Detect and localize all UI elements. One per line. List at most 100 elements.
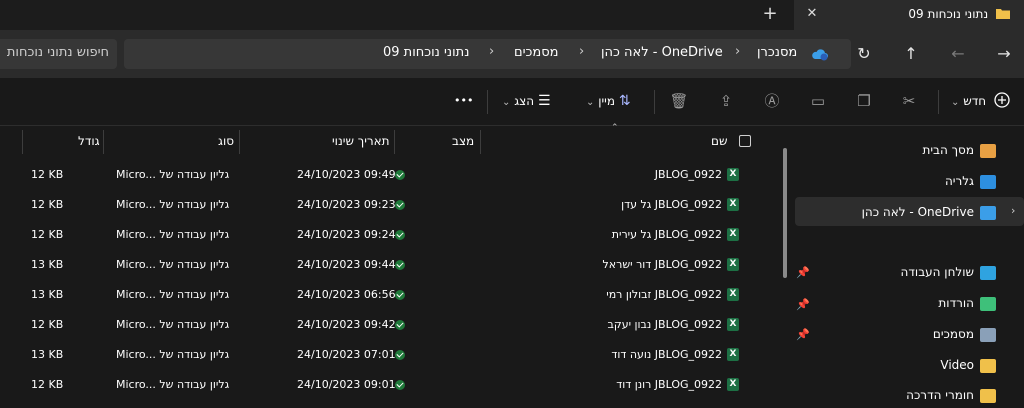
- divider: [654, 90, 655, 114]
- file-name: JBLOG_0922 נועה דוד: [611, 348, 722, 361]
- new-tab-button[interactable]: +: [760, 4, 780, 24]
- view-label: הצג: [514, 94, 535, 108]
- sidebar-item-label: הורדות: [938, 296, 974, 310]
- cut-icon[interactable]: ✂: [899, 91, 919, 111]
- search-placeholder: חיפוש נתוני נוכחות: [6, 45, 109, 60]
- chevron-down-icon: ⌄: [502, 97, 511, 108]
- chevron-down-icon: ⌄: [951, 97, 960, 108]
- sync-status: מסנכרן: [757, 45, 798, 60]
- sidebar-item-label: מסך הבית: [922, 143, 974, 157]
- table-row[interactable]: X JBLOG_0922 גל עדן 24/10/2023 09:23 Micro.…: [0, 190, 780, 220]
- column-divider[interactable]: [394, 130, 395, 154]
- close-tab-icon[interactable]: ✕: [802, 4, 822, 24]
- excel-file-icon: X: [727, 378, 739, 391]
- breadcrumb-current[interactable]: נתוני נוכחות 09: [383, 45, 469, 60]
- rename-icon[interactable]: Ⓐ: [762, 91, 782, 111]
- table-row[interactable]: X JBLOG_0922 רונן דוד 24/10/2023 09:01 Micr…: [0, 370, 780, 400]
- synced-status-icon: [395, 200, 405, 210]
- chevron-right-icon[interactable]: ›: [579, 44, 584, 59]
- column-divider[interactable]: [480, 130, 481, 154]
- excel-file-icon: X: [727, 258, 739, 271]
- column-header-size[interactable]: גודל: [78, 126, 100, 156]
- sidebar-item[interactable]: גלריה: [945, 168, 996, 194]
- folder-icon: [996, 9, 1010, 19]
- delete-icon[interactable]: 🗑: [669, 91, 689, 111]
- file-size: 13 KB: [31, 288, 64, 301]
- sidebar-item[interactable]: OneDrive - לאה כהן: [862, 199, 996, 225]
- new-button[interactable]: ⌄ חדש: [951, 88, 1010, 114]
- select-all-checkbox[interactable]: [739, 135, 751, 147]
- sidebar-item[interactable]: חומרי הדרכה: [906, 382, 996, 408]
- excel-file-icon: X: [727, 348, 739, 361]
- excel-file-icon: X: [727, 318, 739, 331]
- file-size: 12 KB: [31, 378, 64, 391]
- modified-date: 24/10/2023 09:01: [297, 378, 396, 391]
- modified-date: 24/10/2023 06:56: [297, 288, 396, 301]
- table-row[interactable]: X JBLOG_0922 גל עירית 24/10/2023 09:24 Micr…: [0, 220, 780, 250]
- search-input[interactable]: חיפוש נתוני נוכחות: [0, 39, 117, 69]
- breadcrumb-documents[interactable]: מסמכים: [514, 45, 559, 60]
- divider: [938, 90, 939, 114]
- download-icon: [980, 296, 996, 311]
- table-row[interactable]: X JBLOG_0922 נועה דוד 24/10/2023 07:01 Micr…: [0, 340, 780, 370]
- file-type: Micro... גליון עבודה של: [116, 198, 230, 211]
- onedrive-syncing-icon: [812, 49, 828, 61]
- file-name: JBLOG_0922 דור ישראל: [602, 258, 722, 271]
- sidebar-item[interactable]: מסמכים: [933, 321, 996, 347]
- sort-button[interactable]: ⌄ מיין ⇅: [586, 88, 631, 114]
- synced-status-icon: [395, 350, 405, 360]
- breadcrumb-onedrive[interactable]: לאה כהן - OneDrive: [601, 45, 723, 60]
- column-divider[interactable]: [239, 130, 240, 154]
- back-button[interactable]: →: [990, 40, 1018, 68]
- share-icon[interactable]: ⇪: [716, 91, 736, 111]
- sidebar-item[interactable]: הורדות: [938, 290, 996, 316]
- column-divider[interactable]: [22, 130, 23, 154]
- paste-icon[interactable]: ▭: [808, 91, 828, 111]
- file-size: 12 KB: [31, 228, 64, 241]
- address-bar[interactable]: נתוני נוכחות 09 › מסמכים › לאה כהן - One…: [124, 39, 851, 69]
- table-row[interactable]: X JBLOG_0922 דור ישראל 24/10/2023 09:44 Mic…: [0, 250, 780, 280]
- pin-icon[interactable]: 📌: [796, 328, 810, 341]
- file-type: Micro... גליון עבודה של: [116, 378, 230, 391]
- column-divider[interactable]: [103, 130, 104, 154]
- chevron-right-icon[interactable]: ›: [489, 44, 494, 59]
- sidebar-item-label: גלריה: [944, 174, 974, 188]
- sidebar-item[interactable]: שולחן העבודה: [901, 259, 996, 285]
- synced-status-icon: [395, 260, 405, 270]
- pin-icon[interactable]: 📌: [796, 298, 810, 311]
- cloud-icon: [980, 205, 996, 220]
- synced-status-icon: [395, 290, 405, 300]
- table-row[interactable]: X JBLOG_0922 זבולון רמי 24/10/2023 06:56 Mi…: [0, 280, 780, 310]
- view-button[interactable]: ⌄ הצג ☰: [502, 88, 551, 114]
- copy-icon[interactable]: ❐: [854, 91, 874, 111]
- sidebar-item-label: OneDrive - לאה כהן: [861, 205, 974, 219]
- scrollbar-thumb[interactable]: [783, 148, 787, 278]
- file-type: Micro... גליון עבודה של: [116, 168, 230, 181]
- modified-date: 24/10/2023 07:01: [297, 348, 396, 361]
- column-header-name[interactable]: שם: [711, 126, 727, 156]
- table-row[interactable]: X JBLOG_0922 נבון יעקב 24/10/2023 09:42 Mic…: [0, 310, 780, 340]
- refresh-button[interactable]: ↻: [850, 40, 878, 68]
- tab-current[interactable]: ✕ נתוני נוכחות 09: [794, 0, 1024, 30]
- sidebar-item-label: מסמכים: [932, 327, 974, 341]
- chevron-right-icon[interactable]: ›: [1011, 204, 1015, 217]
- column-header-status[interactable]: מצב: [452, 126, 474, 156]
- file-size: 12 KB: [31, 318, 64, 331]
- tab-title: נתוני נוכחות 09: [908, 7, 1010, 21]
- sidebar-item[interactable]: Video: [940, 352, 996, 378]
- new-label: חדש: [963, 94, 987, 108]
- more-options-button[interactable]: •••: [454, 88, 473, 114]
- table-row[interactable]: X JBLOG_0922 24/10/2023 09:49 Micro... גליו…: [0, 160, 780, 190]
- file-name: JBLOG_0922 גל עירית: [611, 228, 722, 241]
- column-header-modified[interactable]: תאריך שינוי: [332, 126, 390, 156]
- column-header-type[interactable]: סוג: [218, 126, 234, 156]
- forward-button[interactable]: ←: [944, 40, 972, 68]
- file-name: JBLOG_0922 רונן דוד: [616, 378, 722, 391]
- sidebar-item[interactable]: מסך הבית: [922, 137, 996, 163]
- documents-icon: [980, 327, 996, 342]
- chevron-right-icon[interactable]: ›: [735, 44, 740, 59]
- synced-status-icon: [395, 230, 405, 240]
- pin-icon[interactable]: 📌: [796, 266, 810, 279]
- file-name: JBLOG_0922: [654, 168, 722, 181]
- up-button[interactable]: ↑: [897, 40, 925, 68]
